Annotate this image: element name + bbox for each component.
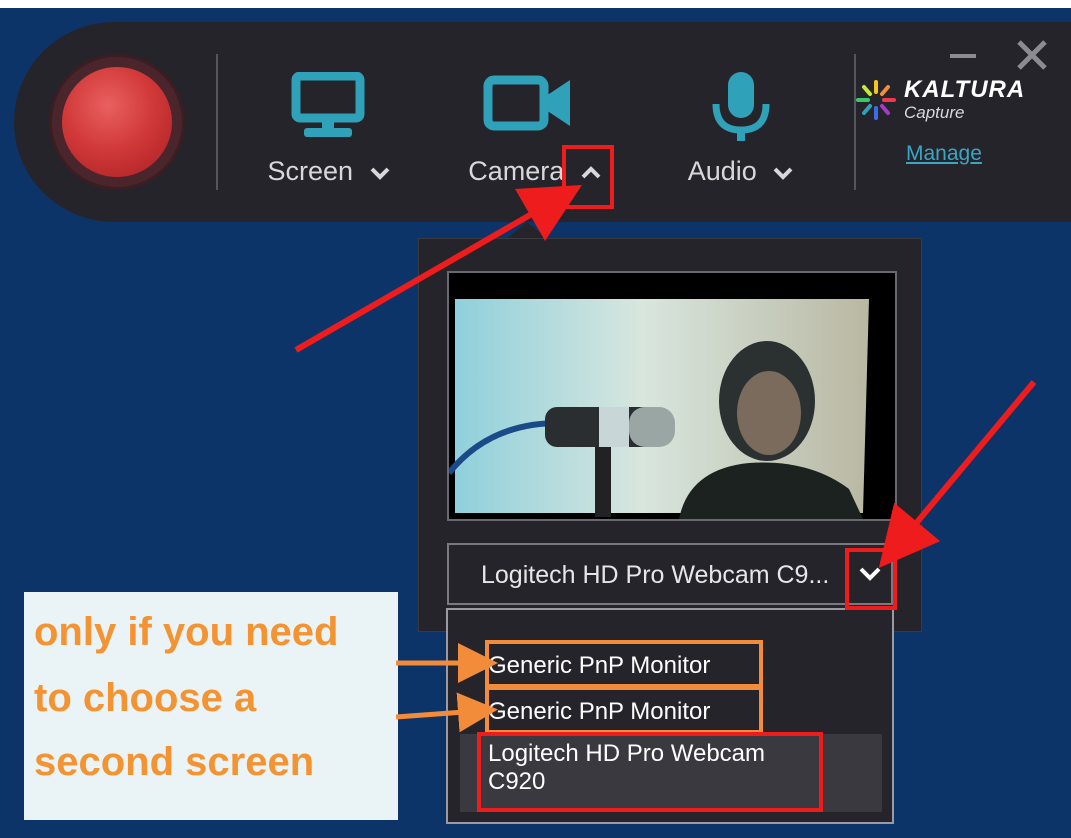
toolbar-divider <box>216 54 218 190</box>
highlight-device-dropdown <box>845 548 897 610</box>
highlight-monitor-option-2 <box>485 686 763 734</box>
note-line-3: second screen <box>34 740 315 784</box>
camera-label: Camera <box>468 156 565 186</box>
chevron-down-icon[interactable] <box>369 166 391 180</box>
webcam-feed-image <box>449 273 895 519</box>
monitor-icon <box>291 72 365 137</box>
close-icon[interactable] <box>1015 38 1049 72</box>
window-top-edge <box>0 0 1071 8</box>
note-line-2: to choose a <box>34 676 257 720</box>
minimize-button[interactable] <box>950 54 976 58</box>
record-icon <box>62 67 172 177</box>
highlight-monitor-option-1 <box>485 640 763 688</box>
audio-source-button[interactable]: Audio <box>666 22 816 222</box>
annotation-note: only if you need to choose a second scre… <box>24 592 398 820</box>
record-button[interactable] <box>52 57 182 187</box>
brand-subtitle: Capture <box>904 103 965 122</box>
audio-label: Audio <box>687 156 757 186</box>
manage-link[interactable]: Manage <box>906 142 982 166</box>
note-line-1: only if you need <box>34 610 339 654</box>
camera-preview <box>447 271 897 521</box>
camera-device-select[interactable]: Logitech HD Pro Webcam C9... <box>447 543 893 605</box>
screen-source-button[interactable]: Screen <box>254 22 404 222</box>
toolbar-divider <box>854 54 856 190</box>
chevron-down-icon[interactable] <box>772 166 794 180</box>
highlight-camera-chevron <box>562 145 614 209</box>
brand-name: KALTURA <box>904 76 1026 103</box>
microphone-icon <box>712 72 770 141</box>
selected-device-label: Logitech HD Pro Webcam C9... <box>481 561 830 589</box>
camera-icon <box>483 75 570 131</box>
kaltura-sunburst-icon <box>856 80 896 120</box>
screen-label: Screen <box>267 156 354 186</box>
highlight-webcam-option <box>477 732 823 812</box>
